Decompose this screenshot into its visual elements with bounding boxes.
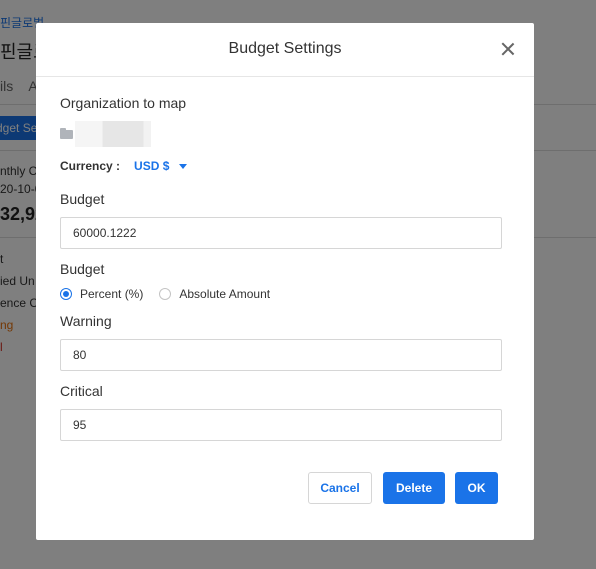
cancel-button[interactable]: Cancel xyxy=(308,472,372,504)
currency-value: USD $ xyxy=(134,159,170,173)
budget-type-label: Budget xyxy=(60,261,105,277)
currency-label: Currency : xyxy=(60,159,121,173)
organization-name xyxy=(75,121,151,147)
absolute-amount-radio[interactable] xyxy=(159,288,172,300)
budget-input[interactable] xyxy=(60,217,502,249)
critical-label: Critical xyxy=(60,383,103,399)
budget-label: Budget xyxy=(60,191,105,207)
percent-radio[interactable] xyxy=(60,288,72,300)
dialog-footer: Cancel Delete OK xyxy=(36,472,534,504)
organization-row xyxy=(60,121,510,147)
budget-type-radio-group: Percent (%) Absolute Amount xyxy=(60,287,510,301)
close-icon[interactable] xyxy=(498,39,518,59)
critical-input[interactable] xyxy=(60,409,502,441)
absolute-amount-radio-label[interactable]: Absolute Amount xyxy=(179,287,270,301)
warning-input[interactable] xyxy=(60,339,502,371)
caret-down-icon xyxy=(179,163,188,169)
currency-select[interactable]: USD $ xyxy=(134,159,188,173)
dialog-body: Organization to map Currency : USD $ Bud… xyxy=(36,77,534,441)
percent-radio-label[interactable]: Percent (%) xyxy=(80,287,143,301)
budget-settings-dialog: Budget Settings Organization to map Curr… xyxy=(36,23,534,540)
organization-label: Organization to map xyxy=(60,95,187,111)
warning-label: Warning xyxy=(60,313,112,329)
folder-icon xyxy=(60,127,73,139)
dialog-title: Budget Settings xyxy=(228,40,342,57)
ok-button[interactable]: OK xyxy=(455,472,498,504)
currency-row: Currency : USD $ xyxy=(60,159,510,173)
delete-button[interactable]: Delete xyxy=(383,472,445,504)
dialog-header: Budget Settings xyxy=(36,23,534,77)
